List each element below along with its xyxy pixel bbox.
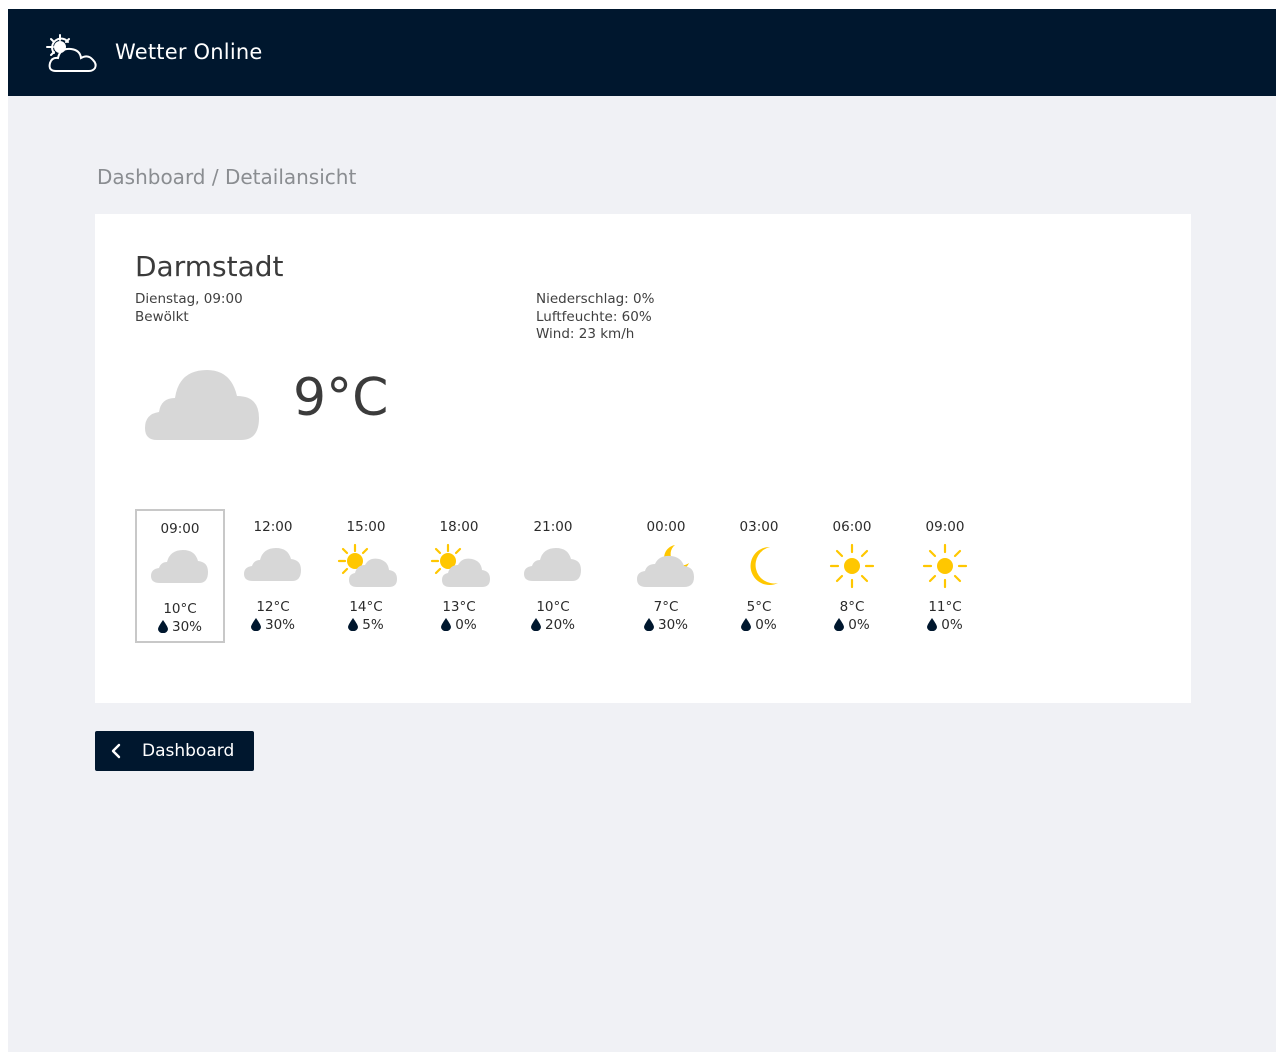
hourly-precipitation-value: 30% — [171, 619, 202, 635]
current-temperature: 9°C — [293, 368, 389, 428]
hourly-time: 03:00 — [739, 519, 779, 535]
back-to-dashboard-button[interactable]: Dashboard — [95, 731, 254, 771]
hourly-time: 21:00 — [533, 519, 573, 535]
hourly-item-selected[interactable]: 09:00 10°C 30% — [135, 509, 225, 643]
current-condition: Bewölkt — [135, 308, 189, 325]
raindrop-icon — [530, 618, 541, 631]
app-title: Wetter Online — [115, 40, 263, 64]
raindrop-icon — [643, 618, 654, 631]
cloud-icon — [508, 543, 598, 591]
raindrop-icon — [157, 620, 168, 633]
hourly-precipitation: 30% — [137, 619, 223, 635]
chevron-left-icon — [111, 743, 121, 759]
hourly-precipitation: 0% — [414, 617, 504, 633]
hourly-time: 00:00 — [646, 519, 686, 535]
city-name: Darmstadt — [135, 250, 284, 283]
current-details: Niederschlag: 0% Luftfeuchte: 60% Wind: … — [536, 291, 654, 344]
raindrop-icon — [348, 618, 359, 631]
wind-value: Wind: 23 km/h — [536, 326, 635, 342]
cloud-icon — [145, 370, 259, 440]
hourly-precipitation: 0% — [807, 617, 897, 633]
sun-icon — [900, 543, 990, 591]
raindrop-icon — [441, 618, 452, 631]
hourly-temperature: 5°C — [746, 599, 772, 615]
app-frame: Wetter Online Dashboard / Detailansicht … — [8, 9, 1276, 1052]
hourly-temperature: 10°C — [163, 601, 197, 617]
hourly-precipitation: 0% — [714, 617, 804, 633]
hourly-precipitation: 30% — [621, 617, 711, 633]
hourly-precipitation: 0% — [900, 617, 990, 633]
hourly-time: 18:00 — [439, 519, 479, 535]
sun-cloud-icon — [414, 543, 504, 591]
hourly-time: 15:00 — [346, 519, 386, 535]
hourly-item[interactable]: 09:00 11°C 0% — [900, 509, 990, 643]
sun-cloud-logo-icon — [46, 34, 97, 72]
hourly-temperature: 11°C — [928, 599, 962, 615]
hourly-item[interactable]: 21:00 10°C 20% — [508, 509, 598, 643]
cloud-icon — [228, 543, 318, 591]
hourly-time: 09:00 — [925, 519, 965, 535]
hourly-precipitation-value: 0% — [848, 617, 870, 633]
precipitation-value: Niederschlag: 0% — [536, 291, 655, 307]
hourly-item[interactable]: 00:00 7°C 30% — [621, 509, 711, 643]
raindrop-icon — [741, 618, 752, 631]
hourly-item[interactable]: 06:00 8°C 0% — [807, 509, 897, 643]
sun-icon — [807, 543, 897, 591]
moon-cloud-icon — [621, 543, 711, 591]
hourly-temperature: 8°C — [839, 599, 865, 615]
hourly-temperature: 13°C — [442, 599, 476, 615]
hourly-time: 09:00 — [160, 521, 200, 537]
hourly-temperature: 10°C — [536, 599, 570, 615]
cloud-icon — [137, 545, 223, 593]
hourly-item[interactable]: 15:00 14°C 5% — [321, 509, 411, 643]
hourly-item[interactable]: 18:00 13°C 0% — [414, 509, 504, 643]
hourly-temperature: 12°C — [256, 599, 290, 615]
hourly-precipitation-value: 0% — [455, 617, 477, 633]
humidity-value: Luftfeuchte: 60% — [536, 308, 652, 325]
hourly-temperature: 14°C — [349, 599, 383, 615]
hourly-precipitation-value: 30% — [264, 617, 295, 633]
top-bar: Wetter Online — [8, 9, 1276, 96]
sun-cloud-icon — [321, 543, 411, 591]
hourly-time: 12:00 — [253, 519, 293, 535]
hourly-precipitation: 5% — [321, 617, 411, 633]
raindrop-icon — [834, 618, 845, 631]
raindrop-icon — [927, 618, 938, 631]
hourly-item[interactable]: 03:00 5°C 0% — [714, 509, 804, 643]
raindrop-icon — [250, 618, 261, 631]
hourly-time: 06:00 — [832, 519, 872, 535]
hourly-temperature: 7°C — [653, 599, 679, 615]
current-summary: Dienstag, 09:00 Bewölkt — [135, 291, 243, 326]
hourly-precipitation-value: 0% — [941, 617, 963, 633]
breadcrumb: Dashboard / Detailansicht — [97, 165, 357, 189]
current-datetime: Dienstag, 09:00 — [135, 291, 243, 307]
moon-icon — [714, 543, 804, 591]
weather-detail-card: Darmstadt Dienstag, 09:00 Bewölkt Nieder… — [95, 214, 1191, 703]
hourly-precipitation-value: 30% — [657, 617, 688, 633]
hourly-precipitation-value: 0% — [755, 617, 777, 633]
hourly-precipitation: 30% — [228, 617, 318, 633]
hourly-item[interactable]: 12:00 12°C 30% — [228, 509, 318, 643]
back-button-label: Dashboard — [142, 741, 235, 761]
hourly-precipitation-value: 5% — [362, 617, 384, 633]
hourly-precipitation-value: 20% — [544, 617, 575, 633]
hourly-precipitation: 20% — [508, 617, 598, 633]
